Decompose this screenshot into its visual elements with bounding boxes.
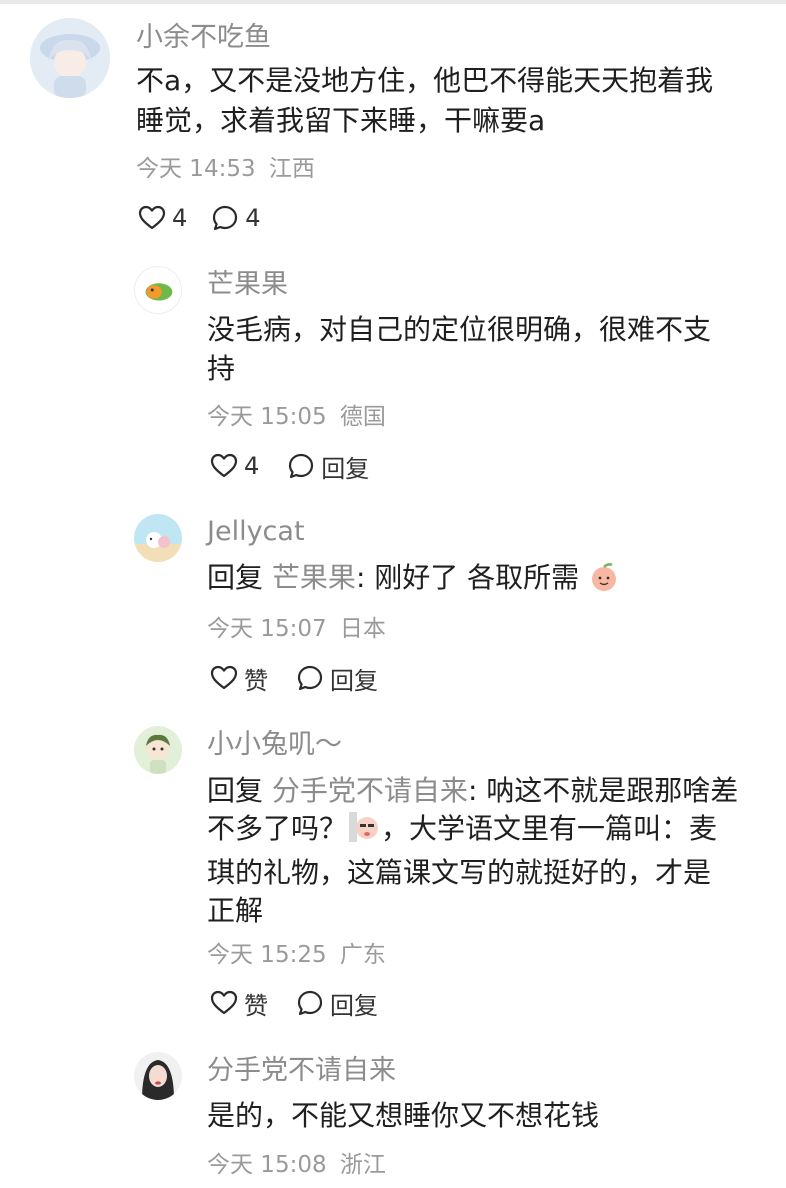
- reply-label: 回复: [321, 454, 370, 483]
- comment-body: : 呐这不就是跟那啥差: [467, 774, 739, 807]
- comment-text: 没毛病，对自己的定位很明确，很难不支 持: [207, 311, 747, 388]
- comment-meta: 今天 14:53 江西: [136, 154, 315, 184]
- timestamp: 今天 15:08: [207, 1152, 327, 1178]
- avatar[interactable]: [134, 514, 182, 562]
- like-count: 4: [172, 204, 188, 232]
- username[interactable]: Jellycat: [207, 515, 305, 549]
- timestamp: 今天 15:07: [207, 616, 327, 642]
- location: 江西: [268, 156, 315, 182]
- reply-to-user[interactable]: 芒果果: [272, 561, 356, 594]
- comment-actions: 4 4: [138, 201, 261, 235]
- sticker-emoji-icon: [347, 810, 381, 854]
- comment-line: 琪的礼物，这篇课文写的就挺好的，才是: [207, 856, 712, 889]
- comment-line: 持: [207, 352, 236, 385]
- avatar[interactable]: [134, 726, 182, 774]
- username[interactable]: 芒果果: [207, 268, 288, 302]
- heart-outline-icon: [210, 990, 238, 1015]
- reply-prefix: 回复: [207, 774, 264, 807]
- like-button[interactable]: 赞: [210, 986, 268, 1021]
- like-count: 4: [244, 452, 260, 480]
- timestamp: 今天 15:05: [207, 404, 327, 430]
- comment-fragment: ，大学语文里有一篇叫：麦: [381, 812, 718, 845]
- username[interactable]: 小小兔叽～: [207, 728, 342, 762]
- comment-line: 不多了吗？ ，大学语文里有一篇叫：麦: [207, 810, 767, 854]
- comment-body: : 刚好了 各取所需: [355, 561, 580, 594]
- comment-line: 回复 分手党不请自来: 呐这不就是跟那啥差: [207, 772, 767, 810]
- avatar[interactable]: [30, 18, 110, 98]
- location: 德国: [339, 404, 386, 430]
- reply-label: 回复: [330, 991, 378, 1020]
- reply-count: 4: [245, 204, 261, 232]
- comment-line: 没毛病，对自己的定位很明确，很难不支: [207, 313, 712, 346]
- comment-meta: 今天 15:07 日本: [207, 614, 386, 644]
- like-button[interactable]: 赞: [210, 661, 268, 696]
- reply-label: 回复: [330, 666, 378, 695]
- reply-to-user[interactable]: 分手党不请自来: [272, 774, 468, 807]
- comment-line: 不a，又不是没地方住，他巴不得能天天抱着我: [136, 64, 714, 97]
- location: 广东: [339, 942, 386, 968]
- peach-emoji-icon: [588, 561, 620, 603]
- timestamp: 今天 15:25: [207, 942, 327, 968]
- comment-fragment: 不多了吗？: [207, 812, 348, 845]
- avatar[interactable]: [134, 1052, 182, 1100]
- heart-outline-icon: [210, 665, 238, 690]
- comment-text: 回复 分手党不请自来: 呐这不就是跟那啥差 不多了吗？ ，大学语文里有一篇叫：麦 …: [207, 772, 767, 930]
- comment-meta: 今天 15:08 浙江: [207, 1150, 386, 1180]
- comment-text: 是的，不能又想睡你又不想花钱: [207, 1097, 767, 1135]
- location: 日本: [339, 616, 386, 642]
- comment-meta: 今天 15:25 广东: [207, 940, 386, 970]
- comment-line: 是的，不能又想睡你又不想花钱: [207, 1099, 600, 1132]
- comment-bubble-icon: [297, 990, 323, 1016]
- like-button[interactable]: 4: [138, 204, 187, 232]
- reply-button[interactable]: 4: [211, 204, 261, 232]
- reply-prefix: 回复: [207, 561, 264, 594]
- comment-bubble-icon: [289, 453, 314, 479]
- location: 浙江: [339, 1152, 386, 1178]
- username[interactable]: 分手党不请自来: [207, 1054, 396, 1088]
- comment-meta: 今天 15:05 德国: [207, 402, 386, 432]
- timestamp: 今天 14:53: [136, 156, 256, 182]
- reply-button[interactable]: 回复: [296, 986, 378, 1021]
- comment-actions: 赞 回复: [210, 661, 378, 695]
- comment-line: 正解: [207, 894, 264, 927]
- heart-outline-icon: [210, 453, 238, 478]
- comment-bubble-icon: [297, 665, 323, 691]
- comment-text: 回复 芒果果: 刚好了 各取所需: [207, 559, 767, 603]
- reply-button[interactable]: 回复: [287, 449, 369, 484]
- comment-text: 不a，又不是没地方住，他巴不得能天天抱着我 睡觉，求着我留下来睡，干嘛要a: [136, 62, 756, 140]
- top-divider: [0, 0, 786, 4]
- like-label: 赞: [244, 991, 268, 1020]
- username[interactable]: 小余不吃鱼: [136, 21, 271, 55]
- like-button[interactable]: 4: [210, 452, 259, 480]
- avatar[interactable]: [134, 266, 182, 314]
- comment-actions: 4 回复: [210, 449, 369, 483]
- comment-bubble-icon: [213, 205, 238, 231]
- reply-button[interactable]: 回复: [296, 661, 378, 696]
- comment-actions: 赞 回复: [210, 986, 378, 1020]
- heart-outline-icon: [138, 205, 166, 230]
- like-label: 赞: [244, 666, 268, 695]
- comment-line: 睡觉，求着我留下来睡，干嘛要a: [136, 104, 546, 137]
